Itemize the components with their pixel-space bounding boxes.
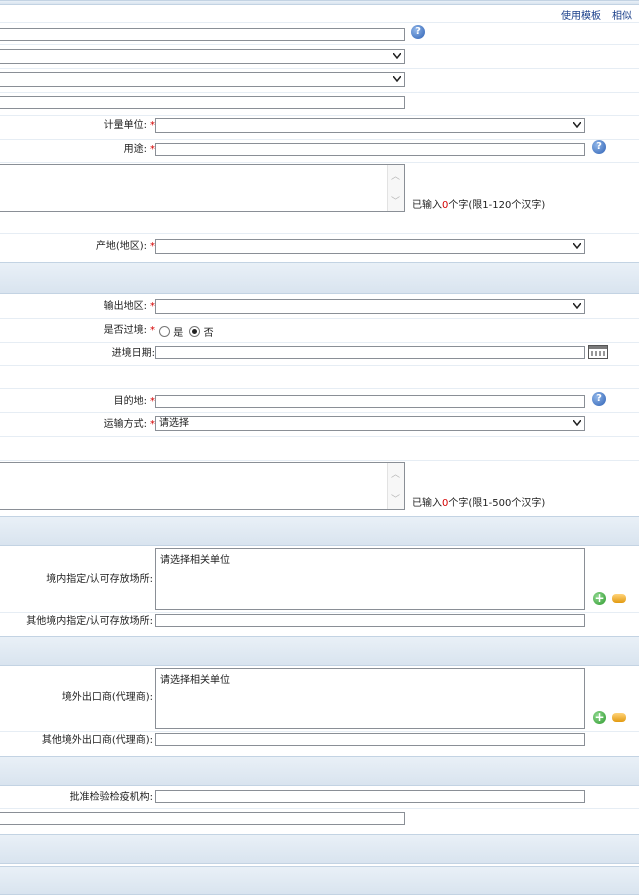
- row-divider: [0, 162, 639, 163]
- char-count-hint: 已输入0个字(限1-120个汉字): [412, 200, 546, 211]
- remove-icon[interactable]: [612, 594, 626, 603]
- row-divider: [0, 436, 639, 437]
- scroll-up-icon[interactable]: ︿: [391, 169, 400, 182]
- row-divider: [0, 342, 639, 343]
- section-band: [0, 756, 639, 786]
- char-count-hint: 已输入0个字(限1-500个汉字): [412, 498, 546, 509]
- add-icon[interactable]: +: [593, 592, 606, 605]
- calendar-icon[interactable]: [588, 345, 608, 359]
- similar-link[interactable]: 相似: [612, 7, 632, 22]
- header-band: [0, 0, 639, 5]
- row-divider: [0, 612, 639, 613]
- unit-select[interactable]: [155, 118, 585, 133]
- destination-label: 目的地: *: [113, 396, 155, 407]
- section-band: [0, 516, 639, 546]
- usage-input[interactable]: [155, 143, 585, 156]
- section-band: [0, 636, 639, 666]
- text-field[interactable]: [0, 96, 405, 109]
- scroll-down-icon[interactable]: ﹀: [391, 492, 400, 505]
- transit-yes-label: 是: [173, 328, 184, 339]
- quarantine-org-input[interactable]: [155, 790, 585, 803]
- help-icon[interactable]: ?: [592, 140, 606, 154]
- row-divider: [0, 92, 639, 93]
- row-divider: [0, 233, 639, 234]
- row-divider: [0, 412, 639, 413]
- usage-label: 用途: *: [123, 144, 155, 155]
- scroll-up-icon[interactable]: ︿: [391, 467, 400, 480]
- remark-textarea[interactable]: ︿ ﹀: [0, 462, 405, 510]
- chevron-down-icon: [573, 303, 581, 309]
- row-divider: [0, 808, 639, 809]
- row-divider: [0, 365, 639, 366]
- add-icon[interactable]: +: [593, 711, 606, 724]
- chevron-down-icon: [393, 76, 401, 82]
- other-storage-input[interactable]: [155, 614, 585, 627]
- storage-label: 境内指定/认可存放场所:: [46, 574, 153, 585]
- other-storage-label: 其他境内指定/认可存放场所:: [26, 616, 153, 627]
- row-divider: [0, 68, 639, 69]
- transit-yes-radio[interactable]: [159, 326, 170, 337]
- transport-select[interactable]: 请选择: [155, 416, 585, 431]
- other-exporter-input[interactable]: [155, 733, 585, 746]
- use-template-link[interactable]: 使用模板: [561, 7, 601, 22]
- description-textarea[interactable]: ︿ ﹀: [0, 164, 405, 212]
- chevron-down-icon: [393, 53, 401, 59]
- text-field[interactable]: [0, 28, 405, 41]
- select-field[interactable]: [0, 49, 405, 64]
- row-divider: [0, 22, 639, 23]
- row-divider: [0, 139, 639, 140]
- remove-icon[interactable]: [612, 713, 626, 722]
- storage-list[interactable]: 请选择相关单位: [155, 548, 585, 610]
- select-field[interactable]: [0, 72, 405, 87]
- entry-date-label: 进境日期:: [111, 348, 155, 359]
- chevron-down-icon: [573, 420, 581, 426]
- row-divider: [0, 388, 639, 389]
- transit-label: 是否过境: *: [103, 325, 155, 336]
- origin-select[interactable]: [155, 239, 585, 254]
- origin-label: 产地(地区): *: [95, 241, 155, 252]
- exporter-placeholder: 请选择相关单位: [160, 675, 230, 686]
- entry-date-input[interactable]: [155, 346, 585, 359]
- transit-no-label: 否: [203, 328, 214, 339]
- row-divider: [0, 115, 639, 116]
- section-band: [0, 834, 639, 864]
- row-divider: [0, 318, 639, 319]
- help-icon[interactable]: ?: [592, 392, 606, 406]
- text-field[interactable]: [0, 812, 405, 825]
- footer-band: [0, 866, 639, 895]
- scrollbar[interactable]: ︿ ﹀: [387, 463, 404, 509]
- scroll-down-icon[interactable]: ﹀: [391, 194, 400, 207]
- transit-radio-group: 是 否: [159, 324, 214, 339]
- transit-no-radio[interactable]: [189, 326, 201, 337]
- scrollbar[interactable]: ︿ ﹀: [387, 165, 404, 211]
- export-region-select[interactable]: [155, 299, 585, 314]
- chevron-down-icon: [573, 122, 581, 128]
- help-icon[interactable]: ?: [411, 25, 425, 39]
- row-divider: [0, 460, 639, 461]
- exporter-list[interactable]: 请选择相关单位: [155, 668, 585, 729]
- row-divider: [0, 731, 639, 732]
- export-region-label: 输出地区: *: [103, 301, 155, 312]
- section-band: [0, 262, 639, 294]
- unit-label: 计量单位: *: [103, 120, 155, 131]
- storage-placeholder: 请选择相关单位: [160, 555, 230, 566]
- quarantine-org-label: 批准检验检疫机构:: [69, 792, 153, 803]
- destination-input[interactable]: [155, 395, 585, 408]
- chevron-down-icon: [573, 243, 581, 249]
- other-exporter-label: 其他境外出口商(代理商):: [41, 735, 153, 746]
- transport-label: 运输方式: *: [103, 419, 155, 430]
- exporter-label: 境外出口商(代理商):: [61, 692, 153, 703]
- row-divider: [0, 44, 639, 45]
